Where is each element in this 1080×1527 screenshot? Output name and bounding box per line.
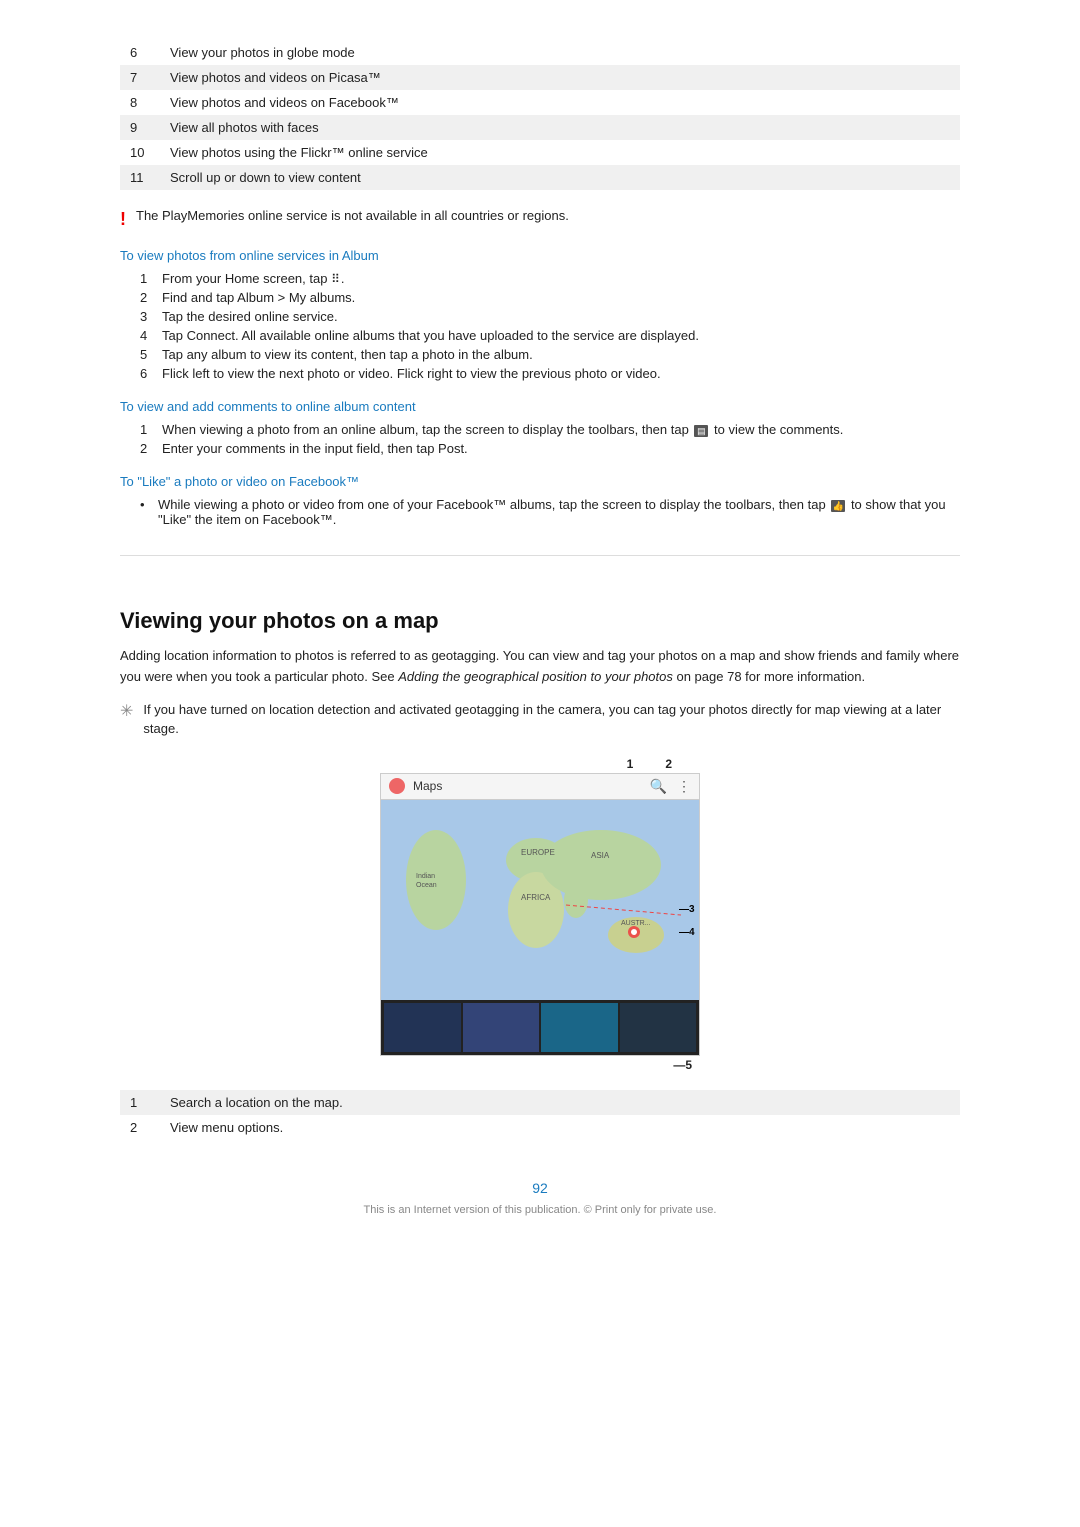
table-row: 10 View photos using the Flickr™ online … — [120, 140, 960, 165]
main-section-title: Viewing your photos on a map — [120, 608, 960, 634]
section2-steps: 1 When viewing a photo from an online al… — [140, 422, 960, 456]
list-item: 4 Tap Connect. All available online albu… — [140, 328, 960, 343]
photo-thumb — [541, 1003, 618, 1052]
callout-table-row: 2 View menu options. — [120, 1115, 960, 1140]
svg-text:—3: —3 — [679, 904, 695, 915]
map-svg: EUROPE AFRICA ASIA Indian Ocean AUSTR...… — [381, 800, 699, 1000]
page-footer: 92 This is an Internet version of this p… — [120, 1180, 960, 1216]
list-item: 1 When viewing a photo from an online al… — [140, 422, 960, 437]
svg-text:EUROPE: EUROPE — [521, 848, 555, 857]
section1: To view photos from online services in A… — [120, 248, 960, 381]
section3: To "Like" a photo or video on Facebook™ … — [120, 474, 960, 527]
list-item: While viewing a photo or video from one … — [140, 497, 960, 527]
map-toolbar: Maps 🔍 ⋮ — [381, 774, 699, 800]
section3-bullets: While viewing a photo or video from one … — [140, 497, 960, 527]
callout-table-row: 1 Search a location on the map. — [120, 1090, 960, 1115]
callout-2-label: 2 — [665, 757, 672, 771]
footer-text: This is an Internet version of this publ… — [120, 1204, 960, 1216]
section1-steps: 1 From your Home screen, tap ⠿. 2 Find a… — [140, 271, 960, 381]
list-item: 2 Enter your comments in the input field… — [140, 441, 960, 456]
menu-icon[interactable]: ⋮ — [677, 778, 691, 795]
map-figure: 1 2 Maps 🔍 ⋮ — [380, 757, 700, 1072]
callout-1-label: 1 — [627, 757, 634, 771]
photo-thumb — [620, 1003, 697, 1052]
photo-thumb — [384, 1003, 461, 1052]
warning-text: The PlayMemories online service is not a… — [136, 208, 569, 223]
table-row: 7 View photos and videos on Picasa™ — [120, 65, 960, 90]
table-section: 6 View your photos in globe mode 7 View … — [120, 40, 960, 190]
photo-thumb — [463, 1003, 540, 1052]
table-row: 6 View your photos in globe mode — [120, 40, 960, 65]
tip-text: If you have turned on location detection… — [143, 700, 960, 739]
map-toolbar-title: Maps — [413, 779, 442, 793]
section3-heading: To "Like" a photo or video on Facebook™ — [120, 474, 960, 489]
callout-table: 1 Search a location on the map. 2 View m… — [120, 1090, 960, 1140]
section2: To view and add comments to online album… — [120, 399, 960, 456]
toolbar-icons: 🔍 ⋮ — [650, 778, 691, 795]
map-container: Maps 🔍 ⋮ — [380, 773, 700, 1056]
warning-note: ! The PlayMemories online service is not… — [120, 208, 960, 230]
list-item: 1 From your Home screen, tap ⠿. — [140, 271, 960, 286]
list-item: 2 Find and tap Album > My albums. — [140, 290, 960, 305]
section-divider: Viewing your photos on a map Adding loca… — [120, 555, 960, 688]
table-row: 8 View photos and videos on Facebook™ — [120, 90, 960, 115]
list-item: 5 Tap any album to view its content, the… — [140, 347, 960, 362]
svg-text:Ocean: Ocean — [416, 882, 437, 889]
page-number: 92 — [120, 1180, 960, 1196]
maps-dot-icon — [389, 778, 405, 794]
table-row: 11 Scroll up or down to view content — [120, 165, 960, 190]
table-row: 9 View all photos with faces — [120, 115, 960, 140]
search-icon[interactable]: 🔍 — [650, 778, 667, 795]
callout-5-label: —5 — [673, 1058, 692, 1072]
svg-text:AUSTR...: AUSTR... — [621, 920, 651, 927]
list-item: 6 Flick left to view the next photo or v… — [140, 366, 960, 381]
svg-text:AFRICA: AFRICA — [521, 893, 551, 902]
svg-text:ASIA: ASIA — [591, 851, 610, 860]
section1-heading: To view photos from online services in A… — [120, 248, 960, 263]
photo-strip — [381, 1000, 699, 1055]
svg-text:Indian: Indian — [416, 873, 435, 880]
like-icon: 👍 — [831, 500, 845, 512]
comment-icon: ▤ — [694, 425, 708, 437]
list-item: 3 Tap the desired online service. — [140, 309, 960, 324]
section2-heading: To view and add comments to online album… — [120, 399, 960, 414]
warning-icon: ! — [120, 209, 126, 230]
main-paragraph: Adding location information to photos is… — [120, 646, 960, 688]
svg-text:—4: —4 — [679, 927, 695, 938]
map-body: EUROPE AFRICA ASIA Indian Ocean AUSTR...… — [381, 800, 699, 1000]
tip-block: ✳ If you have turned on location detecti… — [120, 700, 960, 739]
tip-icon: ✳ — [120, 701, 133, 721]
